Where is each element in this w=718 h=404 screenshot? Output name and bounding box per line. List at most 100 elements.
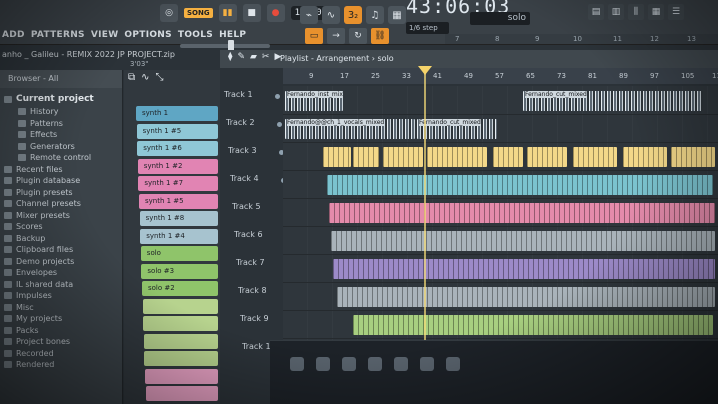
- piano-roll-icon[interactable]: ▥: [608, 4, 624, 20]
- master-volume-slider[interactable]: [180, 44, 270, 48]
- browser-item[interactable]: Recorded: [4, 348, 122, 360]
- picker-item[interactable]: synth 1 #6: [137, 141, 218, 156]
- loop-icon[interactable]: ↻: [349, 28, 367, 44]
- picker-item[interactable]: [145, 386, 218, 401]
- chrome-icon[interactable]: [420, 357, 434, 371]
- browser-item[interactable]: Envelopes: [4, 267, 122, 279]
- number-icon[interactable]: 3₂: [344, 6, 362, 24]
- store-icon[interactable]: [368, 357, 382, 371]
- menu-add[interactable]: ADD: [2, 30, 25, 40]
- fl-studio-taskbar-icon[interactable]: [394, 357, 408, 371]
- pattern-clip[interactable]: [527, 147, 567, 167]
- pattern-clip[interactable]: [493, 147, 523, 167]
- pattern-clip[interactable]: [327, 175, 713, 195]
- picker-item[interactable]: synth 1: [136, 106, 218, 121]
- pattern-clip[interactable]: [623, 147, 667, 167]
- browser-item[interactable]: Channel presets: [4, 198, 122, 210]
- pattern-clip[interactable]: [573, 147, 617, 167]
- step-icon[interactable]: →: [327, 28, 345, 44]
- pat-song-toggle[interactable]: SONG: [184, 8, 213, 18]
- picker-item[interactable]: synth 1 #7: [138, 176, 218, 191]
- browser-item[interactable]: Rendered: [4, 359, 122, 371]
- browser-item[interactable]: IL shared data: [4, 279, 122, 291]
- browser-item[interactable]: Current project: [4, 92, 122, 106]
- browser-item[interactable]: My projects: [4, 313, 122, 325]
- audio-clip[interactable]: Fernando_inst_mixed: [285, 91, 343, 111]
- picker-item[interactable]: solo #2: [142, 281, 218, 296]
- track-header[interactable]: Track 2: [220, 116, 288, 142]
- menu-view[interactable]: VIEW: [91, 30, 119, 40]
- browser-icon[interactable]: ☰: [668, 4, 684, 20]
- audio-picker-icon[interactable]: ∿: [141, 72, 149, 83]
- playlist-lane[interactable]: [283, 172, 718, 199]
- playlist-lane[interactable]: [283, 200, 718, 227]
- browser-item[interactable]: Patterns: [4, 118, 122, 130]
- snap-selector[interactable]: 1/6 step: [406, 22, 449, 34]
- playlist-lane[interactable]: [283, 228, 718, 255]
- playlist-lane[interactable]: [283, 284, 718, 311]
- audio-clip[interactable]: Fernando@@ch_1_vocals_mixed: [285, 119, 415, 139]
- timeline-ruler[interactable]: 9 17 25 33 41 49 57 65 73 81 89 97 105 113: [283, 68, 718, 84]
- pattern-clip[interactable]: [323, 147, 351, 167]
- pattern-clip[interactable]: [333, 259, 715, 279]
- track-header[interactable]: Track 1: [220, 88, 286, 114]
- picker-item[interactable]: synth 1 #5: [136, 123, 218, 139]
- menu-help[interactable]: HELP: [219, 30, 246, 40]
- browser-item[interactable]: Clipboard files: [4, 244, 122, 256]
- pattern-clip[interactable]: [329, 203, 715, 223]
- browser-item[interactable]: Impulses: [4, 290, 122, 302]
- playlist-icon[interactable]: ▤: [588, 4, 604, 20]
- picker-item[interactable]: synth 1 #4: [140, 228, 218, 244]
- picker-item[interactable]: [145, 368, 218, 384]
- track-mute-led-icon[interactable]: [275, 94, 280, 99]
- browser-app-icon[interactable]: [316, 357, 330, 371]
- pattern-clip[interactable]: [383, 147, 423, 167]
- menu-tools[interactable]: TOOLS: [178, 30, 213, 40]
- picker-item[interactable]: synth 1 #2: [137, 158, 218, 174]
- browser-item[interactable]: Plugin database: [4, 175, 122, 187]
- current-pattern[interactable]: solo: [378, 54, 394, 63]
- picker-item[interactable]: synth 1 #8: [139, 211, 218, 226]
- browser-item[interactable]: Backup: [4, 233, 122, 245]
- picker-item[interactable]: synth 1 #5: [139, 193, 218, 209]
- pattern-clip[interactable]: [353, 315, 713, 335]
- menu-options[interactable]: OPTIONS: [124, 30, 172, 40]
- audio-clip[interactable]: Fernando_cut_mixed: [523, 91, 703, 111]
- playlist-lane[interactable]: [283, 256, 718, 283]
- browser-item[interactable]: History: [4, 106, 122, 118]
- pattern-clip[interactable]: [331, 231, 715, 251]
- pattern-clip[interactable]: [427, 147, 487, 167]
- picker-item[interactable]: solo #3: [141, 263, 218, 279]
- blend-icon[interactable]: ▭: [305, 28, 323, 44]
- cut-icon[interactable]: ✂: [262, 52, 270, 62]
- browser-item[interactable]: Recent files: [4, 164, 122, 176]
- browser-item[interactable]: Scores: [4, 221, 122, 233]
- browser-header[interactable]: Browser - All: [0, 70, 122, 88]
- pattern-clip[interactable]: [353, 147, 379, 167]
- browser-item[interactable]: Plugin presets: [4, 187, 122, 199]
- browser-item[interactable]: Remote control: [4, 152, 122, 164]
- metronome-knob-icon[interactable]: ◎: [160, 4, 178, 22]
- menu-patterns[interactable]: PATTERNS: [31, 30, 85, 40]
- track-header[interactable]: Track 4: [220, 172, 292, 198]
- playlist-lane[interactable]: [283, 312, 718, 339]
- browser-item[interactable]: Project bones: [4, 336, 122, 348]
- media-icon[interactable]: [446, 357, 460, 371]
- picker-item[interactable]: [143, 333, 218, 349]
- browser-item[interactable]: Generators: [4, 141, 122, 153]
- picker-item[interactable]: [144, 351, 218, 366]
- pattern-icon[interactable]: ⌁: [300, 6, 318, 24]
- playlist-lane[interactable]: Fernando@@ch_1_vocals_mixed Fernando_cut_…: [283, 116, 718, 143]
- record-button[interactable]: ●: [266, 4, 285, 22]
- pattern-picker-icon[interactable]: ⧉: [128, 72, 135, 83]
- link-icon[interactable]: ⛓: [371, 28, 389, 44]
- browser-item[interactable]: Effects: [4, 129, 122, 141]
- mail-icon[interactable]: [342, 357, 356, 371]
- snap-icon[interactable]: ⧫: [228, 52, 232, 62]
- browser-item[interactable]: Misc: [4, 302, 122, 314]
- draw-icon[interactable]: ✎: [237, 52, 245, 62]
- playlist-lane[interactable]: Fernando_inst_mixed Fernando_cut_mixed: [283, 88, 718, 115]
- playhead-marker-icon[interactable]: [418, 66, 432, 75]
- pattern-clip[interactable]: [671, 147, 715, 167]
- picker-item[interactable]: [143, 316, 218, 331]
